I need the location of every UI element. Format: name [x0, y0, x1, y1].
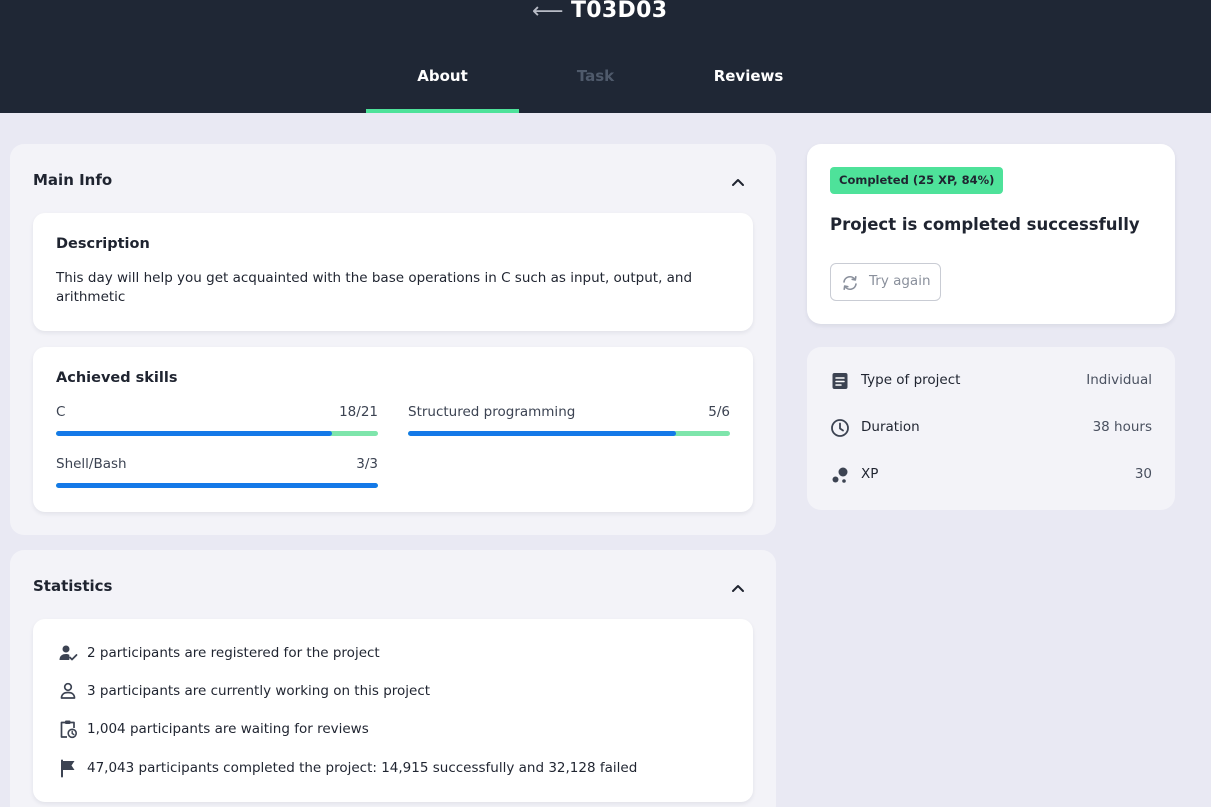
- stat-waiting: 1,004 participants are waiting for revie…: [58, 718, 369, 740]
- skill-bar-fill: [56, 431, 332, 436]
- project-title: T03D03: [571, 0, 668, 23]
- info-duration: Duration 38 hours: [830, 417, 1152, 439]
- stat-text: 2 participants are registered for the pr…: [87, 645, 380, 661]
- skill-value-shell-bash: 3/3: [356, 456, 378, 472]
- tab-about[interactable]: About: [366, 60, 519, 113]
- arrow-left-icon[interactable]: ⟵: [532, 0, 564, 24]
- stat-registered: 2 participants are registered for the pr…: [58, 642, 380, 664]
- tab-task[interactable]: Task: [519, 60, 672, 113]
- description-text: This day will help you get acquainted wi…: [56, 270, 693, 305]
- project-header: ⟵ T03D03 About Task Reviews: [0, 0, 1211, 113]
- status-badge: Completed (25 XP, 84%): [830, 167, 1004, 194]
- info-label: XP: [861, 466, 879, 482]
- skill-bar-shell-bash: [56, 483, 378, 488]
- refresh-icon: [843, 275, 857, 291]
- user-check-icon: [59, 645, 78, 661]
- info-label: Duration: [861, 419, 920, 435]
- skill-bar-fill: [56, 483, 378, 488]
- xp-dots-icon: [832, 467, 848, 483]
- skill-name-shell-bash: Shell/Bash: [56, 456, 127, 472]
- info-value: Individual: [1086, 372, 1152, 388]
- info-type: Type of project Individual: [830, 370, 1152, 392]
- skill-bar-c: [56, 431, 378, 436]
- chevron-up-icon[interactable]: [730, 580, 746, 596]
- skill-bar-fill: [408, 431, 677, 436]
- stat-text: 1,004 participants are waiting for revie…: [87, 721, 369, 737]
- main-info-title: Main Info: [33, 171, 113, 189]
- info-value: 38 hours: [1092, 419, 1152, 435]
- user-icon: [60, 682, 76, 699]
- try-again-label: Try again: [869, 273, 931, 289]
- clock-icon: [831, 419, 849, 437]
- info-value: 30: [1134, 466, 1152, 482]
- skill-value-structured-programming: 5/6: [708, 404, 730, 420]
- skills-heading: Achieved skills: [56, 370, 178, 386]
- stat-text: 3 participants are currently working on …: [87, 683, 431, 699]
- tab-reviews[interactable]: Reviews: [672, 60, 825, 113]
- info-label: Type of project: [861, 372, 961, 388]
- clipboard-clock-icon: [60, 720, 77, 739]
- description-heading: Description: [56, 236, 150, 252]
- try-again-button[interactable]: Try again: [830, 263, 941, 301]
- document-icon: [832, 373, 848, 389]
- skill-name-c: C: [56, 404, 66, 420]
- skill-bar-structured-programming: [408, 431, 730, 436]
- stat-working: 3 participants are currently working on …: [58, 680, 430, 702]
- skill-name-structured-programming: Structured programming: [408, 404, 576, 420]
- skill-value-c: 18/21: [339, 404, 378, 420]
- flag-icon: [61, 759, 75, 778]
- stat-completed: 47,043 participants completed the projec…: [58, 757, 637, 779]
- info-xp: XP 30: [830, 464, 1152, 486]
- chevron-up-icon[interactable]: [730, 174, 746, 190]
- status-title: Project is completed successfully: [830, 215, 1140, 234]
- stat-text: 47,043 participants completed the projec…: [87, 760, 638, 776]
- statistics-title: Statistics: [33, 577, 113, 595]
